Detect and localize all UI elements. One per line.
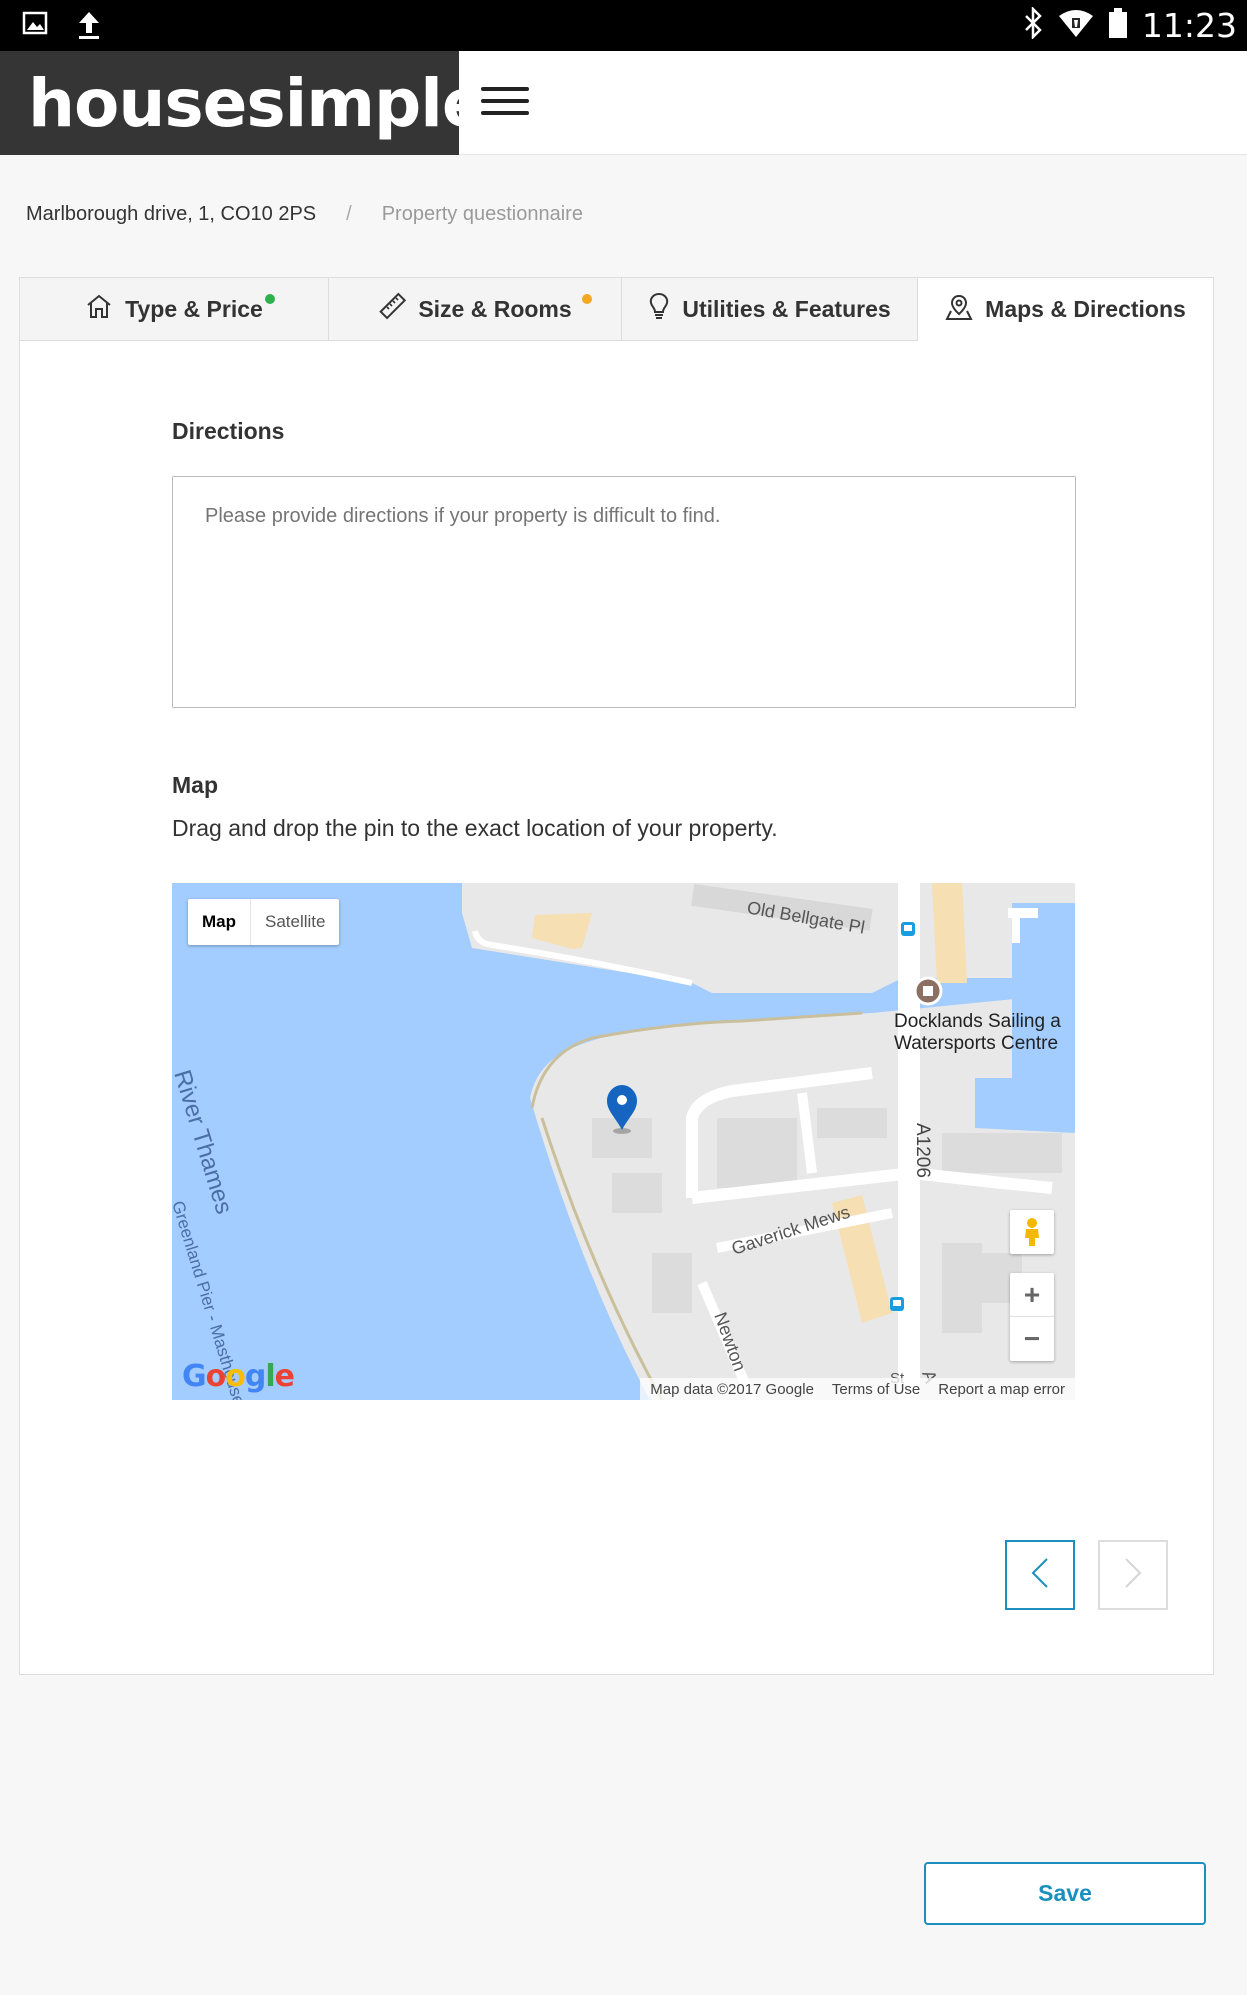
image-icon bbox=[22, 10, 48, 45]
wifi-icon bbox=[1058, 8, 1094, 43]
map-data-credit: Map data ©2017 Google bbox=[650, 1380, 814, 1398]
hamburger-menu-icon[interactable] bbox=[478, 79, 532, 127]
chevron-right-icon bbox=[1122, 1556, 1144, 1595]
map-canvas[interactable]: Old Bellgate Pl Docklands Sailing a Wate… bbox=[172, 883, 1075, 1400]
poi-label-line2: Watersports Centre bbox=[894, 1033, 1058, 1054]
status-time: 11:23 bbox=[1141, 6, 1237, 45]
google-logo[interactable]: Google bbox=[182, 1359, 295, 1394]
breadcrumb-current: Property questionnaire bbox=[381, 203, 583, 225]
zoom-out-button[interactable]: − bbox=[1010, 1317, 1054, 1361]
map-attribution: Map data ©2017 Google Terms of Use Repor… bbox=[640, 1378, 1075, 1400]
tab-size-rooms[interactable]: Size & Rooms bbox=[329, 278, 622, 341]
complete-status-dot bbox=[265, 294, 275, 304]
map-title: Map bbox=[172, 772, 218, 798]
tab-bar: Type & Price Size & Rooms Utilities & Fe… bbox=[20, 278, 1213, 341]
logo[interactable]: housesimple bbox=[0, 51, 487, 155]
status-bar: 11:23 bbox=[0, 0, 1247, 51]
tab-label: Size & Rooms bbox=[418, 295, 572, 322]
breadcrumb-separator: / bbox=[346, 203, 352, 225]
breadcrumb-address[interactable]: Marlborough drive, 1, CO10 2PS bbox=[26, 203, 316, 226]
battery-icon bbox=[1108, 7, 1128, 44]
map-type-map-button[interactable]: Map bbox=[188, 899, 250, 945]
bus-stop-icon bbox=[901, 922, 915, 936]
map-type-toggle: Map Satellite bbox=[188, 899, 340, 945]
ruler-icon bbox=[378, 292, 407, 326]
app-header: housesimple bbox=[0, 51, 1247, 155]
zoom-controls: + − bbox=[1010, 1273, 1054, 1361]
logo-text: housesimple bbox=[28, 64, 487, 142]
location-map[interactable]: Old Bellgate Pl Docklands Sailing a Wate… bbox=[172, 883, 1075, 1400]
bluetooth-icon bbox=[1022, 5, 1044, 44]
chevron-left-icon bbox=[1029, 1556, 1051, 1595]
poi-label-line1: Docklands Sailing a bbox=[894, 1011, 1061, 1032]
zoom-in-button[interactable]: + bbox=[1010, 1273, 1054, 1317]
tab-label: Type & Price bbox=[125, 295, 263, 322]
prev-button[interactable] bbox=[1005, 1540, 1075, 1610]
map-type-satellite-button[interactable]: Satellite bbox=[250, 899, 339, 945]
street-view-pegman-icon[interactable] bbox=[1010, 1210, 1054, 1254]
directions-textarea[interactable] bbox=[172, 476, 1076, 708]
tab-type-price[interactable]: Type & Price bbox=[20, 278, 329, 341]
save-button[interactable]: Save bbox=[924, 1862, 1206, 1925]
poi-marker-icon bbox=[913, 976, 943, 1006]
tab-maps-directions[interactable]: Maps & Directions bbox=[918, 278, 1213, 341]
tab-label: Utilities & Features bbox=[682, 295, 891, 322]
road-label-a1206: A1206 bbox=[912, 1123, 933, 1178]
home-icon bbox=[85, 293, 113, 325]
report-map-error-link[interactable]: Report a map error bbox=[938, 1381, 1065, 1398]
upload-icon bbox=[76, 10, 102, 45]
terms-of-use-link[interactable]: Terms of Use bbox=[832, 1381, 920, 1398]
questionnaire-card: Type & Price Size & Rooms Utilities & Fe… bbox=[19, 277, 1214, 1675]
map-pin-icon bbox=[945, 293, 973, 327]
bus-stop-icon bbox=[890, 1297, 904, 1311]
breadcrumb: Marlborough drive, 1, CO10 2PS / Propert… bbox=[26, 203, 583, 226]
map-description: Drag and drop the pin to the exact locat… bbox=[172, 815, 778, 841]
tab-utilities-features[interactable]: Utilities & Features bbox=[622, 278, 918, 341]
incomplete-status-dot bbox=[582, 294, 592, 304]
lightbulb-icon bbox=[648, 292, 670, 326]
directions-title: Directions bbox=[172, 418, 285, 444]
tab-label: Maps & Directions bbox=[985, 296, 1186, 322]
next-button[interactable] bbox=[1098, 1540, 1168, 1610]
